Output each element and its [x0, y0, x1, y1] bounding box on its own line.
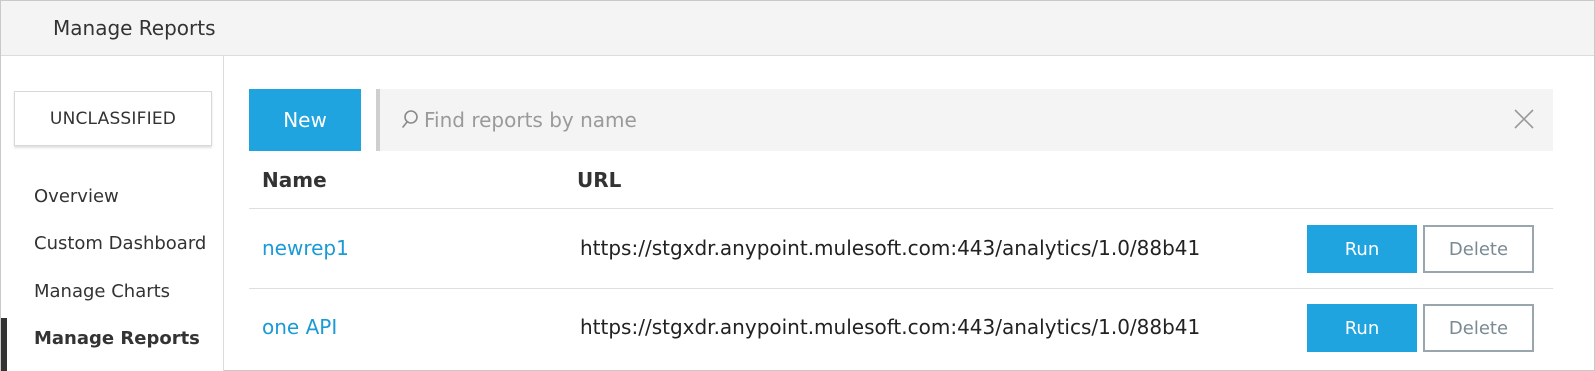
environment-selector[interactable]: UNCLASSIFIED	[14, 91, 212, 146]
delete-button[interactable]: Delete	[1423, 304, 1534, 352]
report-name-link[interactable]: one API	[262, 315, 337, 339]
search-bar	[376, 89, 1553, 151]
report-name-link[interactable]: newrep1	[262, 236, 349, 260]
report-url: https://stgxdr.anypoint.mulesoft.com:443…	[580, 236, 1201, 260]
delete-button[interactable]: Delete	[1423, 225, 1534, 273]
page-title: Manage Reports	[53, 16, 216, 40]
table-divider	[249, 288, 1553, 289]
sidebar-item-custom-dashboard[interactable]: Custom Dashboard	[34, 233, 206, 254]
run-button[interactable]: Run	[1307, 225, 1417, 273]
app-window: Manage Reports UNCLASSIFIED Overview Cus…	[0, 0, 1595, 371]
main-content: New Name URL newrep1 https://stgxdr.anyp…	[224, 56, 1595, 371]
column-header-url: URL	[577, 168, 622, 192]
table-divider	[249, 208, 1553, 209]
sidebar-item-manage-reports[interactable]: Manage Reports	[34, 328, 200, 349]
active-indicator	[1, 318, 7, 371]
sidebar: UNCLASSIFIED Overview Custom Dashboard M…	[1, 56, 224, 371]
new-report-button[interactable]: New	[249, 89, 361, 151]
page-header: Manage Reports	[1, 1, 1594, 56]
column-header-name: Name	[262, 168, 327, 192]
report-url: https://stgxdr.anypoint.mulesoft.com:443…	[580, 315, 1201, 339]
close-icon[interactable]	[1512, 107, 1536, 131]
sidebar-item-overview[interactable]: Overview	[34, 186, 119, 207]
search-icon	[402, 109, 422, 131]
sidebar-item-manage-charts[interactable]: Manage Charts	[34, 281, 170, 302]
run-button[interactable]: Run	[1307, 304, 1417, 352]
search-input[interactable]	[424, 101, 1464, 139]
